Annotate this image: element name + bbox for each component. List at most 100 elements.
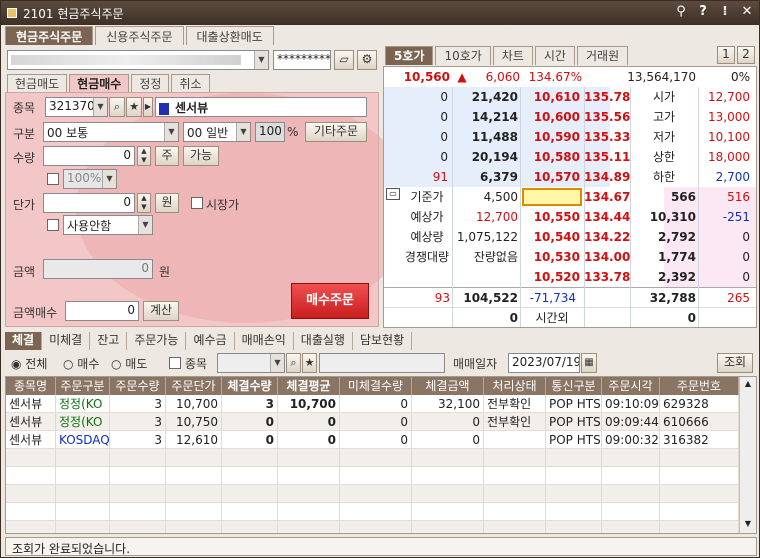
percent-input[interactable]: 100 — [255, 122, 285, 142]
column-header[interactable]: 주문단가 — [166, 377, 222, 395]
price-stepper[interactable]: ▲ ▼ — [137, 193, 151, 213]
trade-date-input[interactable]: 2023/07/19 — [508, 353, 580, 373]
gear-button[interactable]: ⚙ — [357, 50, 377, 70]
buy-order-button[interactable]: 매수주문 — [291, 283, 369, 319]
stock-filter-input[interactable]: ▼ — [217, 353, 285, 373]
ask-row[interactable]: 91 6,379 10,570 134.89 하한 2,700 — [384, 167, 756, 187]
table-row[interactable] — [6, 449, 739, 467]
pin-icon[interactable]: ⚲ — [673, 4, 689, 19]
other-order-button[interactable]: 기타주문 — [305, 122, 367, 142]
ask-row[interactable]: 0 21,420 10,610 135.78 시가 12,700 — [384, 87, 756, 107]
table-row[interactable] — [6, 503, 739, 521]
amount-input[interactable]: 0 — [43, 259, 153, 279]
chevron-down-icon[interactable]: ▼ — [102, 170, 116, 188]
expand-icon[interactable]: ▭ — [386, 188, 400, 200]
chevron-down-icon[interactable]: ▼ — [236, 123, 250, 141]
vertical-scrollbar[interactable]: ▲ ▼ — [739, 377, 756, 533]
tab-unexecuted[interactable]: 미체결 — [42, 332, 91, 350]
tab-cash-buy[interactable]: 현금매수 — [69, 74, 130, 92]
close-icon[interactable]: ✕ — [739, 4, 755, 19]
tab-balance[interactable]: 잔고 — [90, 332, 128, 350]
tab-5-quotes[interactable]: 5호가 — [385, 46, 434, 65]
tab-orderable[interactable]: 주문가능 — [127, 332, 187, 350]
tab-loan-repay[interactable]: 대출상환매도 — [185, 26, 274, 45]
column-header[interactable]: 주문시각 — [602, 377, 660, 395]
tab-chart[interactable]: 차트 — [492, 46, 533, 65]
radio-sell[interactable]: ○ 매도 — [111, 355, 147, 372]
tab-modify[interactable]: 정정 — [131, 74, 170, 92]
tab-deposit[interactable]: 예수금 — [186, 332, 235, 350]
column-header[interactable]: 주문구분 — [56, 377, 110, 395]
filter-star-button[interactable]: ★ — [302, 353, 317, 373]
tab-time[interactable]: 시간 — [534, 46, 575, 65]
ask-row[interactable]: 0 20,194 10,580 135.11 상한 18,000 — [384, 147, 756, 167]
calc-button[interactable]: 계산 — [143, 301, 179, 321]
possible-button[interactable]: 가능 — [183, 146, 219, 166]
use-checkbox[interactable] — [47, 219, 59, 231]
tab-broker[interactable]: 거래원 — [576, 46, 629, 65]
column-header[interactable]: 통신구분 — [546, 377, 602, 395]
stock-code-input[interactable]: 321370 ▼ — [45, 97, 108, 117]
chevron-down-icon[interactable]: ▼ — [138, 216, 152, 234]
qty-unit-button[interactable]: 주 — [155, 146, 179, 166]
condition-select[interactable]: 00 일반 ▼ — [183, 122, 251, 142]
column-header[interactable]: 종목명 — [6, 377, 56, 395]
chevron-down-icon[interactable]: ▼ — [254, 51, 268, 69]
help-icon[interactable]: ? — [695, 4, 711, 19]
tab-collateral[interactable]: 담보현황 — [353, 332, 413, 350]
column-header[interactable]: 주문번호 — [660, 377, 739, 395]
table-row[interactable] — [6, 467, 739, 485]
column-header[interactable]: 처리상태 — [484, 377, 546, 395]
qty-stepper[interactable]: ▲ ▼ — [137, 146, 151, 166]
amount-buy-input[interactable]: 0 — [65, 301, 139, 321]
ratio-select[interactable]: 100% ▼ — [63, 169, 117, 189]
ratio-checkbox[interactable] — [47, 173, 59, 185]
market-price-checkbox[interactable] — [191, 197, 203, 209]
order-type-select[interactable]: 00 보통 ▼ — [43, 122, 179, 142]
settings-icon[interactable]: ⁞ — [717, 4, 733, 19]
qty-input[interactable]: 0 — [43, 146, 135, 166]
table-row[interactable]: 센서뷰 KOSDAQ 3 12,610 0 0 0 0 POP HTS 09:00:32 31638… — [6, 431, 739, 449]
stock-filter-checkbox[interactable] — [169, 357, 181, 369]
scroll-up-icon[interactable]: ▲ — [742, 379, 754, 391]
page-1-button[interactable]: 1 — [717, 46, 735, 64]
query-button[interactable]: 조회 — [717, 353, 753, 373]
tab-credit-order[interactable]: 신용주식주문 — [95, 26, 184, 45]
ask-row[interactable]: 0 14,214 10,600 135.56 고가 13,000 — [384, 107, 756, 127]
tab-pnl[interactable]: 매매손익 — [235, 332, 294, 350]
use-select[interactable]: 사용안함 ▼ — [63, 215, 153, 235]
bid-row[interactable]: 경쟁대량 잔량없음 10,530 134.00 1,774 0 — [384, 247, 756, 267]
tab-loan[interactable]: 대출실행 — [294, 332, 353, 350]
table-row[interactable] — [6, 521, 739, 533]
table-row[interactable] — [6, 485, 739, 503]
tab-cash-sell[interactable]: 현금매도 — [7, 74, 68, 92]
page-2-button[interactable]: 2 — [737, 46, 755, 64]
column-header[interactable]: 체결수량 — [222, 377, 278, 395]
keyboard-button[interactable]: ▱ — [334, 50, 354, 70]
title-bar[interactable]: 2101 현금주식주문 ⚲ ? ⁞ ✕ — [1, 1, 759, 25]
next-button[interactable]: ▶ — [143, 97, 153, 117]
filter-search-button[interactable]: ⌕ — [286, 353, 301, 373]
column-header[interactable]: 체결금액 — [412, 377, 484, 395]
tab-executed[interactable]: 체결 — [5, 332, 43, 350]
chevron-down-icon[interactable]: ▼ — [93, 98, 107, 116]
chevron-down-icon[interactable]: ▼ — [270, 354, 284, 372]
column-header[interactable]: 주문수량 — [110, 377, 166, 395]
search-button[interactable]: ⌕ — [109, 97, 125, 117]
bid-row[interactable]: 예상가 12,700 10,550 134.44 10,310 -251 — [384, 207, 756, 227]
column-header[interactable]: 미체결수량 — [340, 377, 412, 395]
bid-row[interactable]: 예상량 1,075,122 10,540 134.22 2,792 0 — [384, 227, 756, 247]
radio-all[interactable]: ◉ 전체 — [11, 355, 47, 372]
table-row[interactable]: 센서뷰 정정(KO 3 10,750 0 0 0 0 전부확인 POP HTS 09:09:44 61… — [6, 413, 739, 431]
chevron-down-icon[interactable]: ▼ — [164, 123, 178, 141]
radio-buy[interactable]: ○ 매수 — [63, 355, 99, 372]
bid-row[interactable]: 10,520 133.78 2,392 0 — [384, 267, 756, 287]
table-row[interactable]: 센서뷰 정정(KO 3 10,700 3 10,700 0 32,100 전부확인 POP HTS… — [6, 395, 739, 413]
column-header[interactable]: 체결평균 — [278, 377, 340, 395]
calendar-button[interactable]: ▦ — [581, 353, 597, 373]
account-select[interactable]: ▼ — [7, 50, 269, 70]
password-input[interactable]: ********** — [273, 50, 331, 70]
price-unit-button[interactable]: 원 — [155, 193, 179, 213]
price-input[interactable]: 0 — [43, 193, 135, 213]
tab-cash-order[interactable]: 현금주식주문 — [5, 26, 94, 45]
